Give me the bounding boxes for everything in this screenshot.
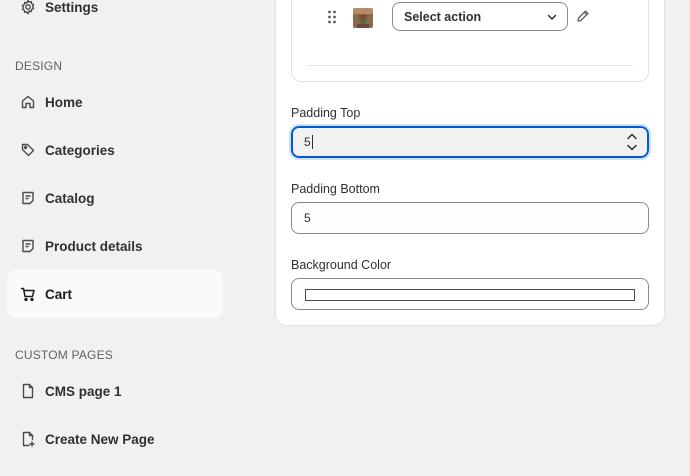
sidebar-item-label: Catalog — [45, 190, 95, 206]
background-color-label: Background Color — [291, 258, 392, 272]
color-swatch[interactable] — [305, 289, 635, 301]
product-thumbnail — [353, 8, 373, 28]
gear-icon — [19, 0, 37, 16]
padding-bottom-value: 5 — [304, 211, 311, 225]
action-select[interactable]: Select action — [392, 2, 568, 31]
action-select-value: Select action — [404, 9, 482, 24]
text-caret — [311, 135, 313, 149]
sidebar-item-categories[interactable]: Categories — [7, 126, 223, 174]
padding-top-value: 5 — [304, 135, 311, 149]
section-title-custom-pages: CUSTOM PAGES — [15, 348, 113, 362]
sidebar-item-label: Settings — [45, 0, 99, 15]
sidebar-item-catalog[interactable]: Catalog — [7, 174, 223, 222]
block-item-card: Select action — [291, 0, 649, 82]
padding-top-input[interactable]: 5 — [289, 124, 651, 160]
add-page-icon — [19, 430, 37, 448]
home-icon — [19, 93, 37, 111]
page-icon — [19, 382, 37, 400]
catalog-icon — [19, 189, 37, 207]
sidebar-item-settings[interactable]: Settings — [7, 0, 223, 31]
padding-bottom-label: Padding Bottom — [291, 182, 380, 196]
background-color-input[interactable] — [291, 278, 649, 310]
sidebar-item-product-details[interactable]: Product details — [7, 222, 223, 270]
sidebar-item-label: Categories — [45, 142, 115, 158]
sidebar-item-cart[interactable]: Cart — [7, 270, 223, 318]
pencil-icon[interactable] — [576, 9, 590, 23]
sidebar-item-label: Product details — [45, 238, 143, 254]
product-details-icon — [19, 237, 37, 255]
divider — [307, 65, 633, 66]
tag-icon — [19, 141, 37, 159]
main-panel: Select action Padding Top 5 Padding Bott… — [235, 0, 690, 476]
sidebar-item-cms-page-1[interactable]: CMS page 1 — [7, 367, 223, 415]
number-spinner-icon[interactable] — [623, 130, 641, 154]
chevron-down-icon — [546, 11, 558, 23]
drag-handle-icon[interactable] — [327, 9, 337, 25]
section-title-design: DESIGN — [15, 59, 63, 73]
settings-card: Select action Padding Top 5 Padding Bott… — [275, 0, 665, 326]
sidebar-item-label: Cart — [45, 286, 73, 302]
sidebar-item-label: Create New Page — [45, 431, 155, 447]
padding-bottom-input[interactable]: 5 — [291, 202, 649, 234]
sidebar-item-label: CMS page 1 — [45, 383, 122, 399]
sidebar-item-label: Home — [45, 94, 83, 110]
sidebar-item-create-new-page[interactable]: Create New Page — [7, 415, 223, 463]
padding-top-label: Padding Top — [291, 106, 361, 120]
cart-icon — [19, 285, 37, 303]
sidebar-item-home[interactable]: Home — [7, 78, 223, 126]
sidebar: Settings DESIGN Home Categories Catalog — [0, 0, 235, 476]
